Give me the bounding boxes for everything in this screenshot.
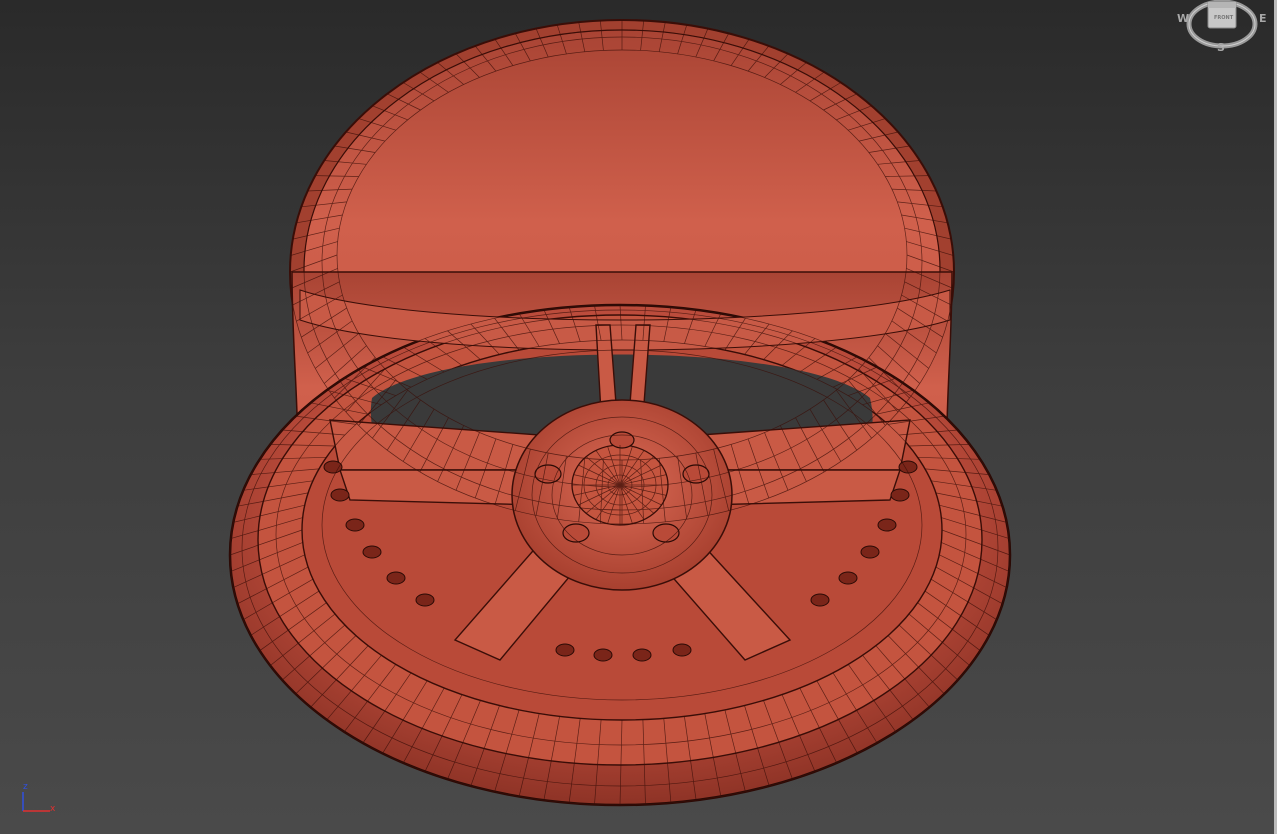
viewcube[interactable]: FRONT W E S [1177, 0, 1267, 60]
compass-south-label[interactable]: S [1217, 41, 1225, 54]
axis-x-label: x [50, 804, 56, 814]
viewcube-face-label[interactable]: FRONT [1214, 15, 1233, 21]
compass-east-label[interactable]: E [1259, 12, 1267, 25]
axis-gizmo: z x [14, 782, 64, 822]
3d-viewport[interactable]: FRONT W E S z x [0, 0, 1277, 834]
axis-z-label: z [23, 782, 28, 792]
compass-west-label[interactable]: W [1177, 12, 1189, 25]
wheel-rim-model[interactable] [0, 0, 1277, 834]
axis-tripod-icon [22, 792, 50, 812]
